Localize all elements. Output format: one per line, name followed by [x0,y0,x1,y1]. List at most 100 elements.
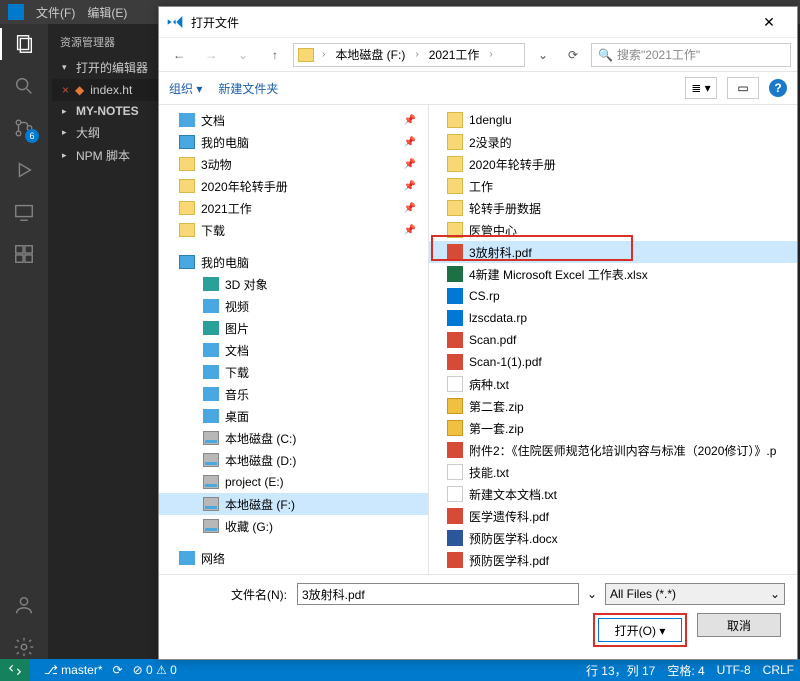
search-icon[interactable] [12,74,36,98]
chevron-right-icon[interactable]: › [413,49,420,60]
close-button[interactable]: ✕ [749,14,789,31]
file-filter[interactable]: All Files (*.*)⌄ [605,583,785,605]
sidebar-open-editors[interactable]: ▾打开的编辑器 [48,56,158,79]
tree-item[interactable]: 收藏 (G:) [159,515,428,537]
file-item[interactable]: 3放射科.pdf [429,241,797,263]
file-item[interactable]: 技能.txt [429,461,797,483]
file-item[interactable]: 2没录的 [429,131,797,153]
remote-indicator[interactable] [0,659,30,681]
file-item[interactable]: Scan.pdf [429,329,797,351]
up-button[interactable]: ↑ [261,42,289,68]
account-icon[interactable] [12,593,36,617]
cancel-button[interactable]: 取消 [697,613,781,637]
refresh-button[interactable]: ⟳ [559,42,587,68]
tree-item[interactable]: 网络 [159,547,428,569]
tree-item[interactable]: 文档 [159,339,428,361]
file-item[interactable]: 1denglu [429,109,797,131]
file-item[interactable]: 轮转手册数据 [429,197,797,219]
settings-icon[interactable] [12,635,36,659]
breadcrumb[interactable]: › 本地磁盘 (F:) › 2021工作 › [293,43,525,67]
file-item[interactable]: 附件2：《住院医师规范化培训内容与标准（2020修订）》.p [429,439,797,461]
folder-icon [447,134,463,150]
tree-item[interactable]: 下载📌 [159,219,428,241]
preview-button[interactable]: ▭ [727,77,759,99]
tree-item[interactable]: 本地磁盘 (C:) [159,427,428,449]
tree-item[interactable]: 2020年轮转手册📌 [159,175,428,197]
menu-file[interactable]: 文件(F) [36,4,75,21]
menu-edit[interactable]: 编辑(E) [87,4,127,21]
tree-item[interactable]: 我的电脑 [159,251,428,273]
organize-button[interactable]: 组织 ▾ [169,80,202,97]
sync-icon[interactable]: ⟳ [113,663,123,677]
file-item[interactable]: CS.rp [429,285,797,307]
sidebar-outline[interactable]: ▸大纲 [48,121,158,144]
tree-item[interactable]: 文档📌 [159,109,428,131]
explorer-icon[interactable] [12,32,36,56]
editor-tab[interactable]: ×◆index.ht [52,79,158,101]
file-list[interactable]: 1denglu2没录的2020年轮转手册工作轮转手册数据医管中心3放射科.pdf… [429,105,797,574]
chevron-right-icon[interactable]: › [487,49,494,60]
tree-item[interactable]: 2021工作📌 [159,197,428,219]
tree-item[interactable]: 3D 对象 [159,273,428,295]
tree-item[interactable]: 桌面 [159,405,428,427]
open-button[interactable]: 打开(O) ▾ [598,618,682,642]
file-item[interactable]: 预防医学科.docx [429,527,797,549]
eol[interactable]: CRLF [763,663,794,677]
filename-input[interactable] [297,583,579,605]
file-item[interactable]: lzscdata.rp [429,307,797,329]
file-item[interactable]: 新建文本文档.txt [429,483,797,505]
view-mode-button[interactable]: ≣ ▾ [685,77,717,99]
cursor-position[interactable]: 行 13，列 17 [586,662,655,679]
search-input[interactable]: 🔍 搜索"2021工作" [591,43,791,67]
file-item[interactable]: Scan-1(1).pdf [429,351,797,373]
breadcrumb-drive[interactable]: 本地磁盘 (F:) [329,44,411,65]
breadcrumb-dropdown[interactable]: ⌄ [529,42,557,68]
tree-item-label: 文档 [201,112,225,129]
back-button[interactable]: ← [165,42,193,68]
tree-item[interactable]: 本地磁盘 (D:) [159,449,428,471]
git-branch[interactable]: ⎇ master* [44,663,103,677]
doc-icon [179,113,195,127]
tree-item[interactable]: 视频 [159,295,428,317]
tree-item[interactable]: 图片 [159,317,428,339]
file-item[interactable]: 证件.zip [429,571,797,574]
indent[interactable]: 空格: 4 [667,662,704,679]
close-icon[interactable]: × [62,83,69,97]
encoding[interactable]: UTF-8 [717,663,751,677]
remote-icon[interactable] [12,200,36,224]
file-item[interactable]: 第二套.zip [429,395,797,417]
tree-item[interactable]: 下载 [159,361,428,383]
folder-icon [179,201,195,215]
file-item-label: 预防医学科.pdf [469,552,549,569]
file-item[interactable]: 2020年轮转手册 [429,153,797,175]
file-item[interactable]: 4新建 Microsoft Excel 工作表.xlsx [429,263,797,285]
file-item[interactable]: 医学遗传科.pdf [429,505,797,527]
tree-item[interactable]: 我的电脑📌 [159,131,428,153]
folder-tree[interactable]: 文档📌我的电脑📌3动物📌2020年轮转手册📌2021工作📌下载📌 我的电脑3D 对… [159,105,429,574]
sidebar-my-notes[interactable]: ▸MY-NOTES [48,101,158,121]
help-button[interactable]: ? [769,79,787,97]
new-folder-button[interactable]: 新建文件夹 [218,80,278,97]
breadcrumb-folder[interactable]: 2021工作 [423,44,486,65]
chevron-right-icon[interactable]: › [320,49,327,60]
file-item[interactable]: 工作 [429,175,797,197]
dialog-title: 打开文件 [191,14,239,31]
desktop-icon [203,409,219,423]
tree-item[interactable]: project (E:) [159,471,428,493]
filename-dropdown[interactable]: ⌄ [585,587,599,601]
file-item[interactable]: 医管中心 [429,219,797,241]
problems[interactable]: ⊘ 0 ⚠ 0 [133,663,177,677]
recent-dropdown[interactable]: ⌄ [229,42,257,68]
tree-item-label: 下载 [225,364,249,381]
file-item[interactable]: 第一套.zip [429,417,797,439]
tree-item[interactable]: 3动物📌 [159,153,428,175]
extensions-icon[interactable] [12,242,36,266]
debug-icon[interactable] [12,158,36,182]
file-item[interactable]: 病种.txt [429,373,797,395]
tree-item[interactable]: 音乐 [159,383,428,405]
source-control-icon[interactable]: 6 [12,116,36,140]
forward-button[interactable]: → [197,42,225,68]
tree-item[interactable]: 本地磁盘 (F:) [159,493,428,515]
sidebar-npm[interactable]: ▸NPM 脚本 [48,144,158,167]
file-item[interactable]: 预防医学科.pdf [429,549,797,571]
